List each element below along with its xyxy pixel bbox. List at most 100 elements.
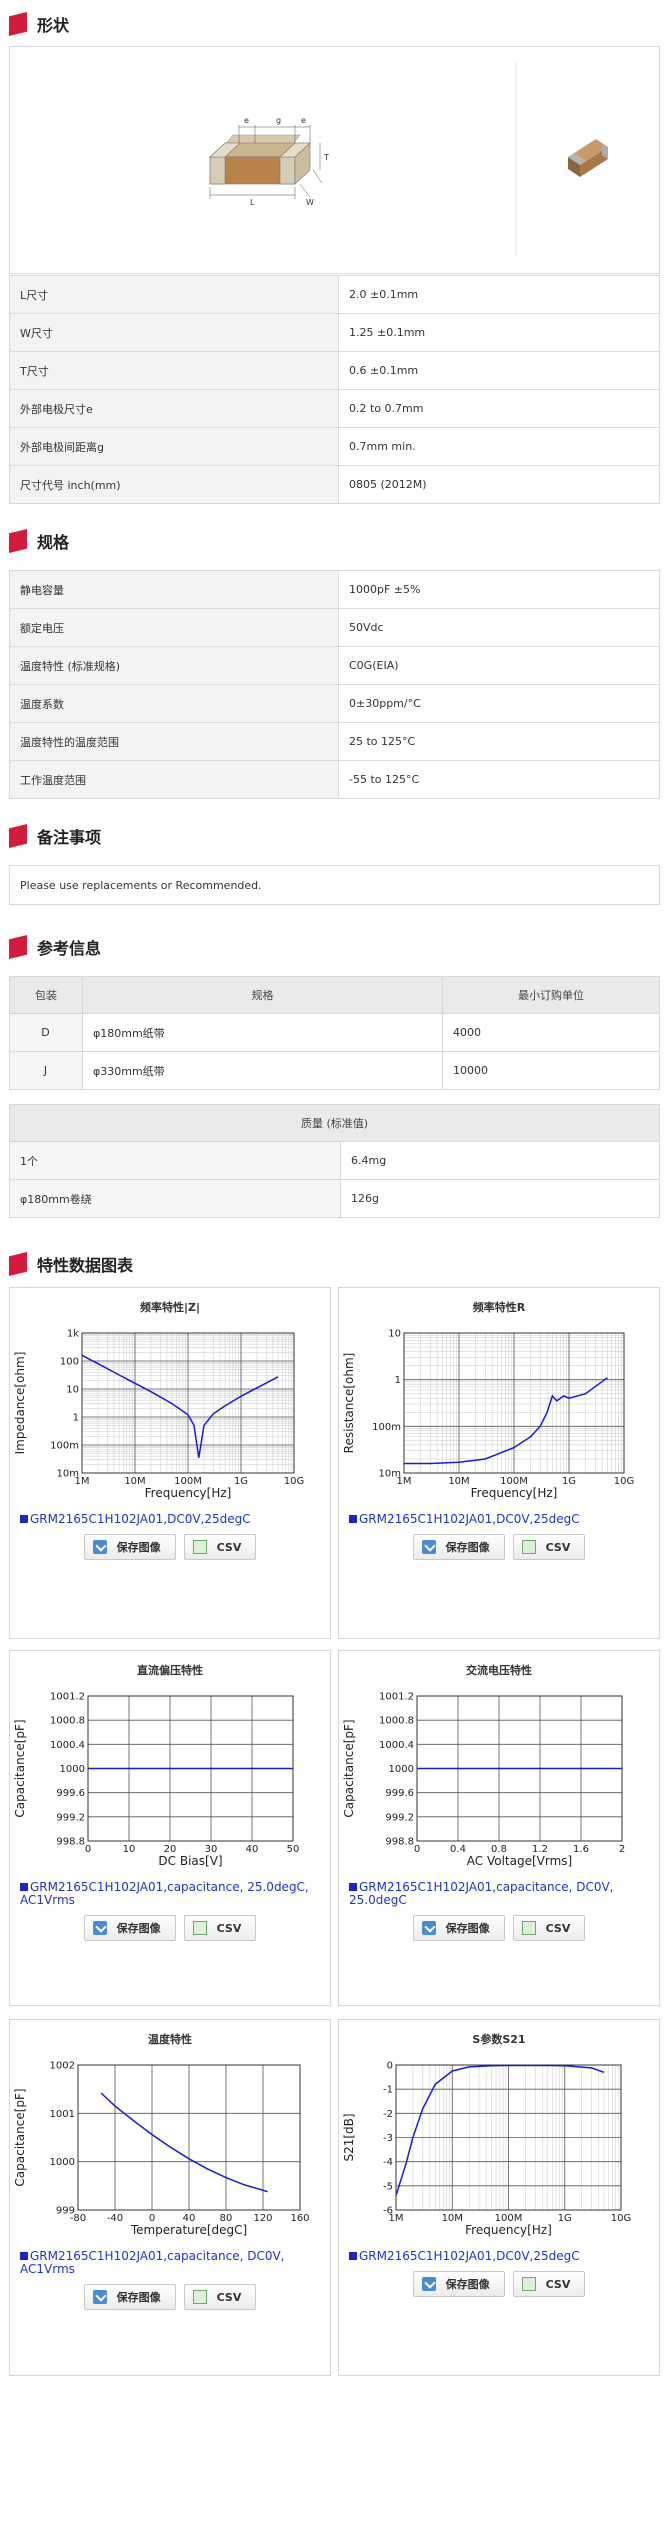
row-value: 0.7mm min. — [349, 440, 416, 453]
section-title: 规格 — [37, 533, 70, 552]
chart-actions: 保存图像 CSV — [339, 2271, 659, 2297]
button-label: 保存图像 — [116, 2291, 161, 2304]
csv-button[interactable]: CSV — [183, 1534, 257, 1560]
series-line — [100, 2092, 268, 2193]
button-label: CSV — [545, 1921, 571, 1935]
y-tick-label: 1000.8 — [379, 1716, 414, 1727]
table-cell: 6.4mg — [340, 1141, 660, 1180]
legend-swatch-icon — [349, 1515, 357, 1523]
series-line — [395, 2064, 605, 2196]
row-label: 温度特性 (标准规格) — [10, 647, 339, 684]
y-tick-label: 1001.2 — [50, 1692, 85, 1703]
row-label: T尺寸 — [10, 352, 339, 389]
y-tick-label: 1 — [73, 1413, 79, 1424]
y-tick-label: 999.6 — [385, 1788, 414, 1799]
csv-button[interactable]: CSV — [512, 2271, 586, 2297]
save-image-button[interactable]: 保存图像 — [412, 1534, 505, 1560]
y-tick-label: 0 — [387, 2061, 393, 2072]
spec-row: 温度系数 0±30ppm/°C — [10, 684, 659, 722]
y-tick-label: 1000.4 — [50, 1740, 85, 1751]
save-image-button[interactable]: 保存图像 — [412, 2271, 505, 2297]
y-tick-label: 1000.4 — [379, 1740, 414, 1751]
chart-card: S参数S21 1M 10M 100M 1G 10G 0 -1 -2 -3 -4 -5 -6 Frequen… — [338, 2019, 660, 2376]
packaging-header: 最小订购单位 — [442, 976, 660, 1014]
chart-svg: 0 10 20 30 40 501001.21000.81000.41000999.699… — [13, 1692, 299, 1869]
x-tick-label: -40 — [107, 2213, 123, 2224]
csv-icon — [192, 1921, 207, 1935]
section-title: 特性数据图表 — [37, 1256, 134, 1275]
x-tick-label: 2 — [619, 1844, 625, 1855]
x-tick-label: 160 — [290, 2213, 309, 2224]
y-tick-label: 1000 — [389, 1764, 414, 1775]
table-row: D φ180mm纸带 4000 — [9, 1013, 660, 1052]
section-title: 备注事项 — [37, 828, 102, 847]
download-icon — [421, 1540, 436, 1554]
button-label: 保存图像 — [445, 2278, 490, 2291]
shape-row: W尺寸 1.25 ±0.1mm — [10, 313, 659, 351]
legend-swatch-icon — [20, 1515, 28, 1523]
legend-swatch-icon — [20, 1883, 28, 1891]
y-tick-label: 999.2 — [385, 1812, 414, 1823]
x-tick-label: 1G — [234, 1476, 248, 1487]
chart-actions: 保存图像 CSV — [10, 1534, 330, 1560]
chart-actions: 保存图像 CSV — [339, 1915, 659, 1941]
table-cell: φ330mm纸带 — [82, 1051, 443, 1090]
spec-row: 工作温度范围 -55 to 125°C — [10, 760, 659, 798]
row-label: 尺寸代号 inch(mm) — [10, 466, 339, 503]
save-image-button[interactable]: 保存图像 — [83, 2284, 176, 2310]
section-shape-header: 形状 — [9, 12, 69, 36]
y-tick-label: 10m — [379, 1469, 401, 1480]
shape-row: L尺寸 2.0 ±0.1mm — [10, 276, 659, 313]
download-icon — [421, 2277, 436, 2291]
table-cell: 126g — [340, 1179, 660, 1218]
button-label: 保存图像 — [445, 1541, 490, 1554]
row-value: 1.25 ±0.1mm — [349, 326, 426, 339]
row-label: 静电容量 — [10, 571, 339, 608]
y-tick-label: 10 — [66, 1385, 79, 1396]
section-reference-header: 参考信息 — [9, 935, 101, 959]
download-icon — [92, 1540, 107, 1554]
button-label: 保存图像 — [116, 1541, 161, 1554]
table-row: φ180mm卷绕 126g — [9, 1179, 660, 1218]
csv-button[interactable]: CSV — [512, 1915, 586, 1941]
button-label: CSV — [216, 1921, 242, 1935]
dim-label-g: g — [276, 116, 281, 125]
download-icon — [421, 1921, 436, 1935]
section-marker-icon — [9, 12, 27, 36]
table-cell: 10000 — [442, 1051, 660, 1090]
save-image-button[interactable]: 保存图像 — [412, 1915, 505, 1941]
table-cell: φ180mm纸带 — [82, 1013, 443, 1052]
table-row: J φ330mm纸带 10000 — [9, 1051, 660, 1090]
y-tick-label: 1001.2 — [379, 1692, 414, 1703]
button-label: CSV — [545, 2277, 571, 2291]
csv-button[interactable]: CSV — [183, 1915, 257, 1941]
row-label: 外部电极尺寸e — [10, 390, 339, 427]
x-tick-label: 1G — [558, 2213, 572, 2224]
section-marker-icon — [9, 935, 27, 959]
button-label: CSV — [545, 1540, 571, 1554]
x-tick-label: 0 — [414, 1844, 420, 1855]
section-title: 参考信息 — [37, 939, 102, 958]
chart-actions: 保存图像 CSV — [339, 1534, 659, 1560]
y-tick-label: 1000 — [60, 1764, 85, 1775]
save-image-button[interactable]: 保存图像 — [83, 1915, 176, 1941]
legend-swatch-icon — [349, 1883, 357, 1891]
csv-icon — [521, 1921, 536, 1935]
y-tick-label: 1 — [395, 1375, 401, 1386]
csv-icon — [192, 1540, 207, 1554]
x-axis-label: AC Voltage[Vrms] — [467, 1854, 572, 1868]
chart-legend: GRM2165C1H102JA01,DC0V,25degC — [339, 2250, 659, 2263]
chart-actions: 保存图像 CSV — [10, 2284, 330, 2310]
y-axis-label: Impedance[ohm] — [13, 1352, 27, 1455]
legend-label: GRM2165C1H102JA01,capacitance, DC0V, 25.… — [349, 1880, 614, 1907]
row-value: -55 to 125°C — [349, 773, 420, 786]
csv-icon — [192, 2290, 207, 2304]
csv-button[interactable]: CSV — [512, 1534, 586, 1560]
row-value: 25 to 125°C — [349, 735, 416, 748]
legend-swatch-icon — [349, 2252, 357, 2260]
y-tick-label: 100m — [50, 1441, 79, 1452]
chart-card: 交流电压特性 0 0.4 0.8 1.2 1.6 2 1001.2 1000.8 1000.4 10… — [338, 1650, 660, 2006]
save-image-button[interactable]: 保存图像 — [83, 1534, 176, 1560]
y-tick-label: 1001 — [50, 2109, 75, 2120]
csv-button[interactable]: CSV — [183, 2284, 257, 2310]
